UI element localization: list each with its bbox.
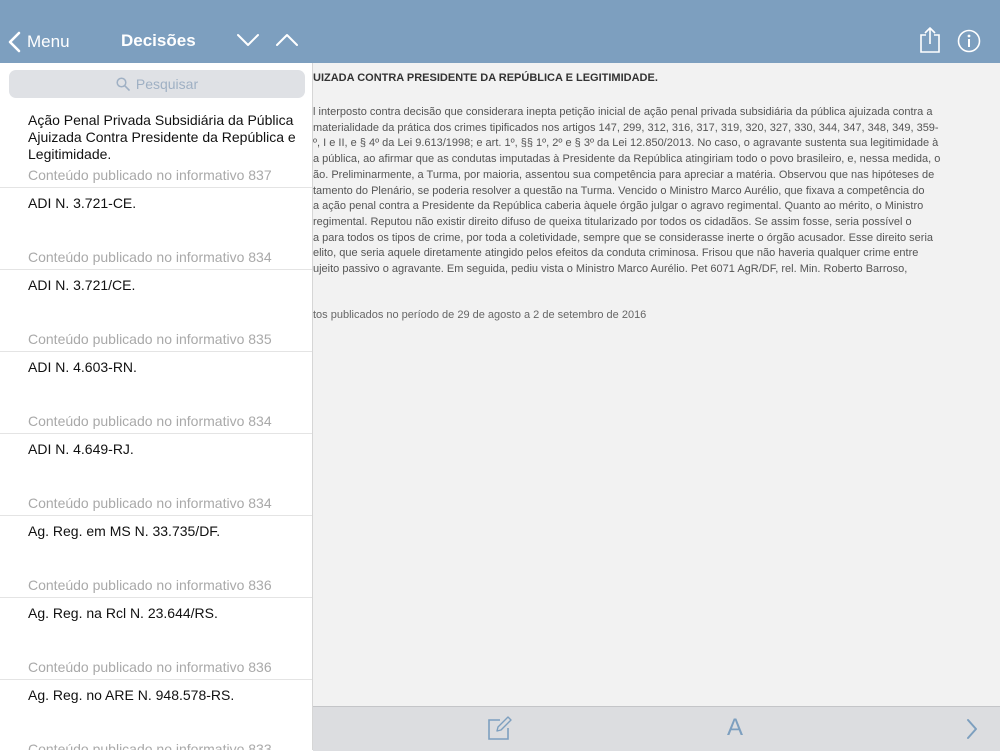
menu-back-label: Menu [27, 32, 70, 51]
bottom-toolbar: A [313, 706, 1000, 751]
decisions-sidebar: Pesquisar Ação Penal Privada Subsidiária… [0, 63, 313, 750]
list-item[interactable]: Ag. Reg. no ARE N. 948.578-RS. Conteúdo … [0, 680, 312, 750]
document-line: elito, que seria aquele diretamente atin… [313, 247, 919, 260]
list-item-title: Ag. Reg. no ARE N. 948.578-RS. [28, 687, 235, 703]
list-item-title: Ação Penal Privada Subsidiária da Públic… [28, 112, 296, 162]
document-line: tamento do Plenário, se poderia resolver… [313, 184, 925, 197]
document-body: l interposto contra decisão que consider… [313, 105, 987, 278]
previous-result-button[interactable] [276, 33, 298, 52]
document-line: º, I e II, e § 4º da Lei 9.613/1998; e a… [313, 137, 939, 150]
document-line: ujeito passivo o agravante. Em seguida, … [313, 263, 908, 276]
document-line: a ação penal contra a Presidente da Repú… [313, 200, 924, 213]
list-item[interactable]: ADI N. 4.603-RN. Conteúdo publicado no i… [0, 352, 312, 434]
info-button[interactable] [957, 29, 981, 58]
document-line: a para todos os tipos de crime, por toda… [313, 231, 934, 244]
next-page-button[interactable] [966, 718, 978, 745]
search-input[interactable]: Pesquisar [9, 70, 305, 98]
edit-button[interactable] [486, 716, 512, 747]
list-item-title: ADI N. 3.721-CE. [28, 195, 137, 211]
list-item-title: ADI N. 4.649-RJ. [28, 441, 134, 457]
list-item-subtitle: Conteúdo publicado no informativo 834 [28, 413, 272, 429]
document-line: regimental. Reputou não existir direito … [313, 215, 912, 228]
list-item[interactable]: ADI N. 3.721/CE. Conteúdo publicado no i… [0, 270, 312, 352]
list-item-subtitle: Conteúdo publicado no informativo 836 [28, 577, 272, 593]
document-heading: UIZADA CONTRA PRESIDENTE DA REPÚBLICA E … [313, 72, 658, 84]
chevron-left-icon [8, 31, 21, 53]
list-item-title: ADI N. 3.721/CE. [28, 277, 136, 293]
chevron-down-icon [237, 34, 259, 46]
list-item-subtitle: Conteúdo publicado no informativo 837 [28, 167, 272, 183]
chevron-right-icon [967, 719, 977, 739]
edit-icon [488, 716, 512, 740]
list-item-subtitle: Conteúdo publicado no informativo 833 [28, 741, 272, 750]
list-item-subtitle: Conteúdo publicado no informativo 835 [28, 331, 272, 347]
list-item[interactable]: Ag. Reg. em MS N. 33.735/DF. Conteúdo pu… [0, 516, 312, 598]
document-footer-note: tos publicados no período de 29 de agost… [313, 309, 647, 321]
document-line: a pública, ao afirmar que as condutas im… [313, 153, 941, 166]
document-line: materialidade da prática dos crimes tipi… [313, 121, 939, 134]
list-item-title: Ag. Reg. na Rcl N. 23.644/RS. [28, 605, 218, 621]
menu-back-button[interactable]: Menu [8, 29, 70, 55]
list-item[interactable]: ADI N. 3.721-CE. Conteúdo publicado no i… [0, 188, 312, 270]
document-line: ão. Preliminarmente, a Turma, por maiori… [313, 168, 935, 181]
search-placeholder: Pesquisar [135, 76, 199, 92]
list-item-subtitle: Conteúdo publicado no informativo 836 [28, 659, 272, 675]
list-item[interactable]: ADI N. 4.649-RJ. Conteúdo publicado no i… [0, 434, 312, 516]
document-view: UIZADA CONTRA PRESIDENTE DA REPÚBLICA E … [313, 63, 1000, 706]
share-button[interactable] [918, 26, 942, 59]
list-item[interactable]: Ag. Reg. na Rcl N. 23.644/RS. Conteúdo p… [0, 598, 312, 680]
document-line: l interposto contra decisão que consider… [313, 106, 933, 118]
list-item-subtitle: Conteúdo publicado no informativo 834 [28, 495, 272, 511]
share-icon [920, 27, 940, 53]
chevron-up-icon [276, 34, 298, 46]
next-result-button[interactable] [237, 33, 259, 52]
search-icon [116, 77, 130, 91]
list-item-title: Ag. Reg. em MS N. 33.735/DF. [28, 523, 221, 539]
list-item-subtitle: Conteúdo publicado no informativo 834 [28, 249, 272, 265]
font-size-button[interactable]: A [727, 714, 743, 742]
navigation-bar: Menu Decisões [0, 0, 1000, 63]
info-icon [957, 29, 981, 53]
list-item[interactable]: Ação Penal Privada Subsidiária da Públic… [0, 105, 312, 188]
page-title: Decisões [121, 31, 196, 50]
list-item-title: ADI N. 4.603-RN. [28, 359, 137, 375]
